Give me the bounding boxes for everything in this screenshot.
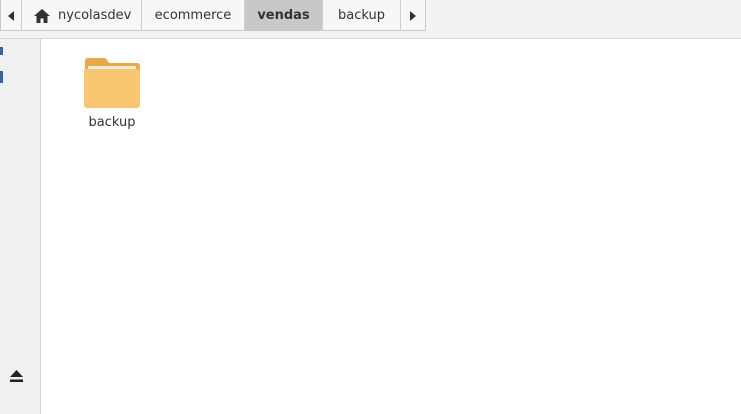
breadcrumb-home[interactable]: nycolasdev [22,0,142,31]
chevron-right-icon [410,10,416,21]
breadcrumb-ecommerce[interactable]: ecommerce [142,0,245,31]
breadcrumb-label-ecommerce: ecommerce [154,8,232,23]
breadcrumb-vendas[interactable]: vendas [245,0,323,31]
breadcrumb-label-vendas: vendas [257,8,310,23]
folder-item[interactable]: backup [81,57,143,130]
path-back-button[interactable] [1,0,22,31]
toolbar: nycolasdev ecommerce vendas backup [0,0,741,39]
file-name: backup [88,115,136,130]
breadcrumb-label-backup: backup [338,8,385,23]
breadcrumb-label-home: nycolasdev [58,8,132,23]
home-icon [34,8,50,23]
sidebar-item-fragment[interactable] [0,47,3,55]
breadcrumb-backup[interactable]: backup [323,0,401,31]
file-view: backup [41,39,741,414]
sidebar [0,39,41,414]
chevron-left-icon [8,10,14,21]
eject-icon[interactable] [9,369,24,383]
sidebar-item-fragment[interactable] [0,71,3,83]
folder-icon [84,58,140,108]
path-forward-button[interactable] [401,0,425,31]
breadcrumb: nycolasdev ecommerce vendas backup [0,0,426,31]
